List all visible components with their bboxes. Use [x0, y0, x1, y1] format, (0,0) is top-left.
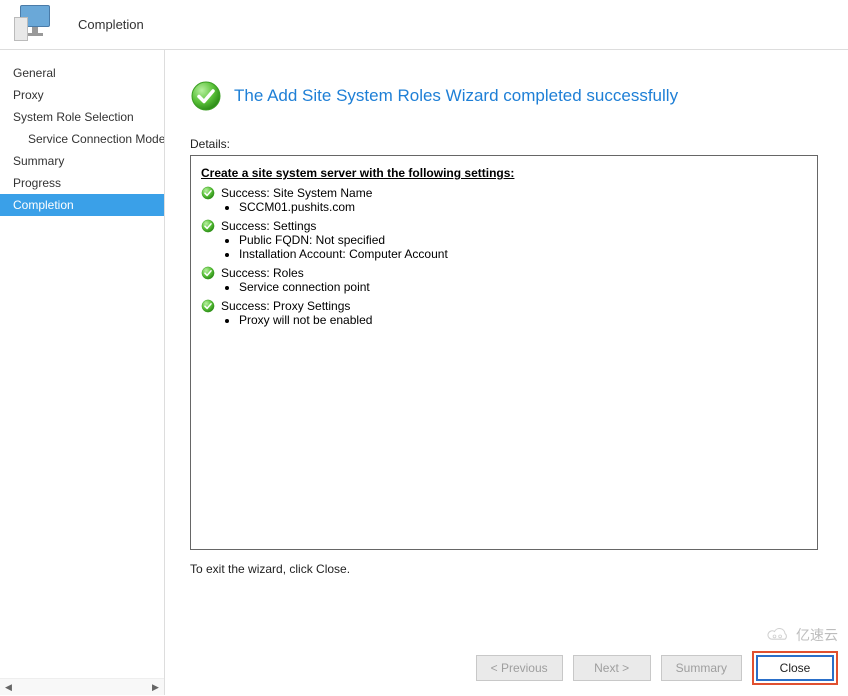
close-button[interactable]: Close [756, 655, 834, 681]
success-text: Success: SettingsPublic FQDN: Not specif… [221, 219, 448, 261]
wizard-button-bar: < Previous Next > Summary Close [476, 651, 838, 685]
success-text: Success: RolesService connection point [221, 266, 370, 294]
sidebar-item-service-connection-mode[interactable]: Service Connection Mode [0, 128, 164, 150]
scroll-right-icon[interactable]: ▶ [147, 679, 164, 696]
success-detail-item: Public FQDN: Not specified [239, 233, 448, 247]
scroll-track[interactable] [17, 679, 147, 695]
sidebar-scrollbar[interactable]: ◀ ▶ [0, 678, 164, 695]
sidebar-item-system-role-selection[interactable]: System Role Selection [0, 106, 164, 128]
next-button: Next > [573, 655, 651, 681]
sidebar-item-summary[interactable]: Summary [0, 150, 164, 172]
wizard-sidebar: GeneralProxySystem Role SelectionService… [0, 50, 165, 695]
sidebar-item-general[interactable]: General [0, 62, 164, 84]
success-block: Success: Site System NameSCCM01.pushits.… [201, 186, 807, 214]
success-title: Success: Site System Name [221, 186, 372, 200]
success-detail-item: Proxy will not be enabled [239, 313, 372, 327]
summary-button: Summary [661, 655, 742, 681]
success-title: Success: Proxy Settings [221, 299, 372, 313]
details-label: Details: [190, 137, 818, 151]
success-detail-item: SCCM01.pushits.com [239, 200, 372, 214]
close-button-highlight: Close [752, 651, 838, 685]
wizard-header: Completion [0, 0, 848, 50]
completion-banner: The Add Site System Roles Wizard complet… [190, 80, 818, 112]
wizard-body: GeneralProxySystem Role SelectionService… [0, 50, 848, 695]
watermark: 亿速云 [764, 625, 838, 645]
sidebar-item-proxy[interactable]: Proxy [0, 84, 164, 106]
details-heading: Create a site system server with the fol… [201, 166, 807, 180]
success-block: Success: Proxy SettingsProxy will not be… [201, 299, 807, 327]
cloud-icon [764, 625, 792, 645]
server-icon [10, 5, 58, 45]
success-block: Success: SettingsPublic FQDN: Not specif… [201, 219, 807, 261]
sidebar-item-progress[interactable]: Progress [0, 172, 164, 194]
success-detail-item: Service connection point [239, 280, 370, 294]
exit-instruction: To exit the wizard, click Close. [190, 562, 818, 576]
success-check-icon [201, 219, 215, 233]
success-block: Success: RolesService connection point [201, 266, 807, 294]
success-check-icon [201, 299, 215, 313]
watermark-text: 亿速云 [796, 625, 838, 645]
sidebar-item-completion[interactable]: Completion [0, 194, 164, 216]
details-box[interactable]: Create a site system server with the fol… [190, 155, 818, 550]
success-check-icon [201, 186, 215, 200]
previous-button: < Previous [476, 655, 563, 681]
page-title: Completion [78, 17, 144, 32]
success-text: Success: Proxy SettingsProxy will not be… [221, 299, 372, 327]
success-title: Success: Roles [221, 266, 370, 280]
banner-title: The Add Site System Roles Wizard complet… [234, 86, 678, 106]
wizard-content: The Add Site System Roles Wizard complet… [165, 50, 848, 695]
success-check-icon [201, 266, 215, 280]
success-detail-item: Installation Account: Computer Account [239, 247, 448, 261]
success-text: Success: Site System NameSCCM01.pushits.… [221, 186, 372, 214]
success-title: Success: Settings [221, 219, 448, 233]
scroll-left-icon[interactable]: ◀ [0, 679, 17, 696]
success-check-icon [190, 80, 222, 112]
